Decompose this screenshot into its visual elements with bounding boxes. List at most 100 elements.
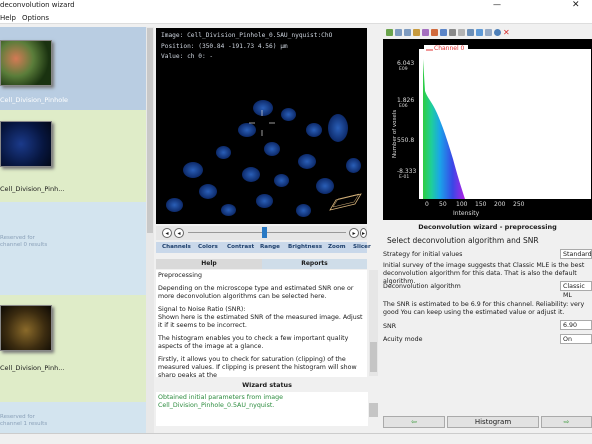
algorithm-select[interactable]: Classic ML	[560, 281, 592, 299]
x-tick-label: 200	[494, 201, 506, 208]
help-icon[interactable]	[494, 29, 501, 36]
close-icon[interactable]: ✕	[503, 29, 510, 37]
slider-prev-icon[interactable]: ◂	[162, 228, 172, 238]
tab-zoom[interactable]: Zoom	[328, 244, 346, 250]
menu-options[interactable]: Options	[22, 14, 49, 22]
slider-track[interactable]	[188, 232, 346, 233]
histogram-plot[interactable]: Channel 0 6.043 E09 1.826 E06 550.8 -8.3…	[383, 39, 592, 220]
help-paragraph: The histogram enables you to check a few…	[158, 335, 349, 350]
image-viewer[interactable]: Image: Cell_Division_Pinhole_0.5AU_nyqui…	[156, 28, 367, 224]
copy-icon[interactable]	[458, 29, 465, 36]
algorithm-label: Deconvolution algorithm	[383, 283, 461, 290]
wizard-status-text: Obtained initial parameters from image C…	[156, 392, 368, 426]
y-tick-label: 1.826	[397, 97, 415, 104]
thumbnail-image	[0, 305, 52, 351]
scrollbar-thumb[interactable]	[370, 342, 377, 372]
slice-slider-bar: ◂ ◂ ▸ ▸	[156, 226, 367, 240]
thumbnail-label: Cell_Division_Pinh...	[0, 364, 65, 372]
thumbnail-image	[0, 121, 52, 167]
crosshair-overlay	[249, 110, 362, 211]
status-scrollbar[interactable]	[369, 403, 378, 417]
help-paragraph: Firstly, it allows you to check for satu…	[158, 356, 357, 377]
title-bar: deconvolution wizard — ✕	[0, 0, 592, 12]
y-tick-label: 6.043	[397, 60, 415, 67]
acuity-select[interactable]: On	[560, 334, 592, 344]
settings-icon[interactable]	[485, 29, 492, 36]
previous-arrow-icon[interactable]: ⇦	[383, 416, 445, 428]
axis-icon[interactable]	[422, 29, 429, 36]
reserved-text-1: Reserved for	[0, 235, 35, 241]
thumbnail-item[interactable]: Cell_Division_Pinh...	[0, 295, 146, 402]
tab-channels[interactable]: Channels	[162, 244, 191, 250]
x-tick-label: 0	[425, 201, 429, 208]
y-tick-exp: E06	[399, 104, 408, 109]
x-axis-label: Intensity	[453, 210, 480, 217]
help-paragraph: Signal to Noise Ratio (SNR):	[158, 306, 246, 313]
cursor-icon[interactable]	[386, 29, 393, 36]
menu-bar: Help Options	[0, 12, 592, 24]
tab-range[interactable]: Range	[260, 244, 280, 250]
thumbnail-label: Cell_Division_Pinh...	[0, 185, 65, 193]
tab-brightness[interactable]: Brightness	[288, 244, 322, 250]
snr-label: SNR	[383, 323, 397, 330]
slider-handle[interactable]	[262, 227, 267, 238]
reserved-text-2: channel 0 results	[0, 242, 48, 248]
slider-step-forward-icon[interactable]: ▸	[349, 228, 359, 238]
reserved-text-1: Reserved for	[0, 414, 35, 420]
help-tabs: Help Reports	[156, 259, 367, 269]
thumbnail-label: Cell_Division_Pinhole	[0, 96, 69, 104]
snr-text: The SNR is estimated to be 6.9 for this …	[383, 301, 585, 316]
wizard-nav-buttons: ⇦ Histogram ⇨	[383, 416, 592, 428]
x-tick-label: 150	[475, 201, 487, 208]
y-tick-exp: E-01	[399, 175, 410, 180]
histogram-legend: Channel 0	[434, 45, 465, 52]
minimize-button[interactable]: —	[493, 0, 501, 9]
menu-help[interactable]: Help	[0, 14, 16, 22]
help-heading: Preprocessing	[158, 272, 202, 279]
zoom-in-icon[interactable]	[395, 29, 402, 36]
strategy-select[interactable]: Standard	[560, 249, 592, 259]
slider-next-icon[interactable]: ▸	[360, 228, 367, 238]
print-icon[interactable]	[467, 29, 474, 36]
scale-icon[interactable]	[449, 29, 456, 36]
x-tick-label: 50	[439, 201, 447, 208]
pan-icon[interactable]	[413, 29, 420, 36]
y-tick-label: -8.333	[397, 168, 417, 175]
slider-step-back-icon[interactable]: ◂	[174, 228, 184, 238]
thumbnail-panel: Cell_Division_Pinhole Cell_Division_Pinh…	[0, 27, 146, 433]
legend-icon[interactable]	[440, 29, 447, 36]
tab-contrast[interactable]: Contrast	[227, 244, 254, 250]
x-tick-label: 100	[456, 201, 468, 208]
zoom-out-icon[interactable]	[404, 29, 411, 36]
thumbnail-image	[0, 40, 52, 86]
y-tick-label: 550.8	[397, 137, 415, 144]
export-icon[interactable]	[476, 29, 483, 36]
next-arrow-icon[interactable]: ⇨	[541, 416, 592, 428]
tab-reports[interactable]: Reports	[262, 259, 367, 269]
y-axis-label: Number of voxels	[392, 109, 398, 158]
help-paragraph: Depending on the microscope type and est…	[158, 285, 354, 300]
histogram-toolbar: ✕	[383, 28, 592, 39]
help-paragraph: Shown here is the estimated SNR of the m…	[158, 314, 363, 329]
tab-slicer[interactable]: Slicer	[353, 244, 371, 250]
help-text-panel: Preprocessing Depending on the microscop…	[156, 270, 367, 377]
histogram-svg	[419, 45, 591, 199]
snr-input[interactable]: 6.90	[560, 320, 592, 330]
viewer-tabs: Channels Colors Contrast Range Brightnes…	[156, 242, 371, 253]
x-tick-label: 250	[513, 201, 525, 208]
strategy-label: Strategy for initial values	[383, 251, 463, 258]
tab-colors[interactable]: Colors	[198, 244, 218, 250]
tab-help[interactable]: Help	[156, 259, 262, 269]
scrollbar-thumb[interactable]	[147, 28, 153, 233]
thumbnail-item[interactable]: Cell_Division_Pinhole	[0, 27, 146, 110]
close-button[interactable]: ✕	[572, 0, 580, 10]
window-title: deconvolution wizard	[0, 1, 75, 9]
help-scrollbar[interactable]	[369, 270, 378, 376]
thumbnail-item[interactable]: Cell_Division_Pinh...	[0, 110, 146, 202]
reserved-text-2: channel 1 results	[0, 421, 48, 427]
histogram-button[interactable]: Histogram	[447, 416, 539, 428]
status-bar	[0, 433, 592, 444]
wizard-status-title: Wizard status	[242, 381, 292, 389]
grid-icon[interactable]	[431, 29, 438, 36]
y-tick-exp: E09	[399, 67, 408, 72]
